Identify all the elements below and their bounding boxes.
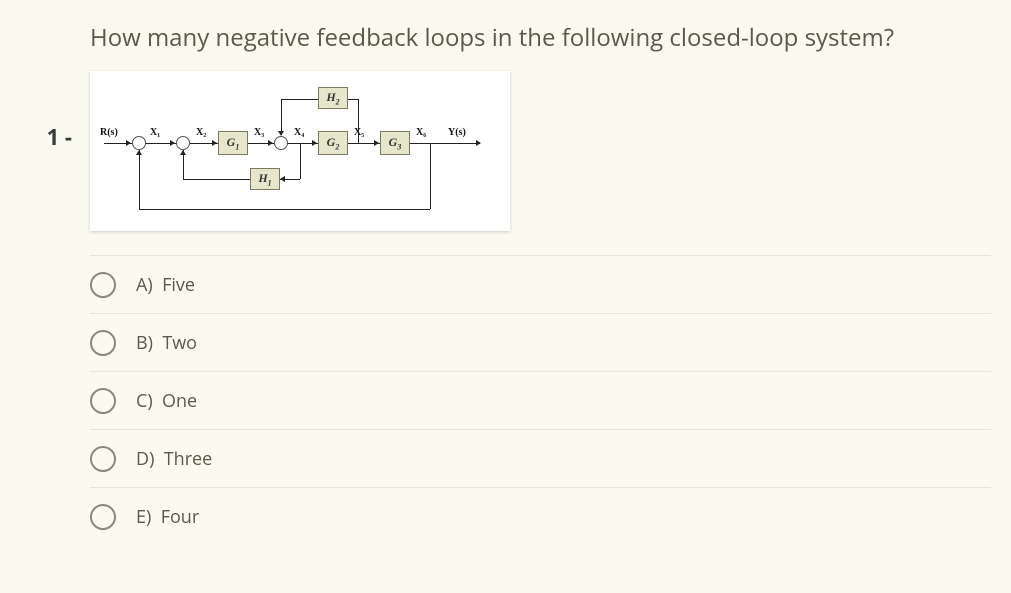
block-g1: G1 (218, 131, 248, 155)
option-c[interactable]: C) One (90, 371, 991, 429)
options-list: A) Five B) Two C) One D) Three E) Four (90, 255, 991, 545)
block-g3: G3 (380, 131, 410, 155)
option-e[interactable]: E) Four (90, 487, 991, 545)
option-b[interactable]: B) Two (90, 313, 991, 371)
label-input: R(s) (100, 127, 118, 138)
label-x3: X₃ (254, 127, 264, 138)
label-x1: X₁ (150, 127, 160, 138)
label-x2: X₂ (196, 127, 206, 138)
question-number: 1 - (0, 22, 90, 152)
label-x6: X₆ (416, 127, 426, 138)
radio-icon (90, 504, 116, 530)
block-g2: G2 (318, 131, 348, 155)
radio-icon (90, 330, 116, 356)
option-label: C) One (136, 389, 197, 413)
label-output: Y(s) (448, 127, 466, 138)
option-label: A) Five (136, 273, 195, 297)
option-label: E) Four (136, 505, 199, 529)
option-label: B) Two (136, 331, 197, 355)
summing-junction-2 (176, 136, 190, 150)
radio-icon (90, 388, 116, 414)
block-h2: H2 (318, 87, 348, 109)
option-label: D) Three (136, 447, 212, 471)
question-text: How many negative feedback loops in the … (90, 22, 991, 53)
summing-junction-1 (132, 136, 146, 150)
option-d[interactable]: D) Three (90, 429, 991, 487)
option-a[interactable]: A) Five (90, 255, 991, 313)
block-h1: H1 (250, 168, 280, 190)
block-diagram: R(s) X₁ X₂ G1 X₃ X₄ G2 (90, 71, 510, 231)
radio-icon (90, 272, 116, 298)
label-x4: X₄ (294, 127, 304, 138)
radio-icon (90, 446, 116, 472)
label-x5: X₅ (354, 127, 364, 138)
summing-junction-3 (274, 136, 288, 150)
